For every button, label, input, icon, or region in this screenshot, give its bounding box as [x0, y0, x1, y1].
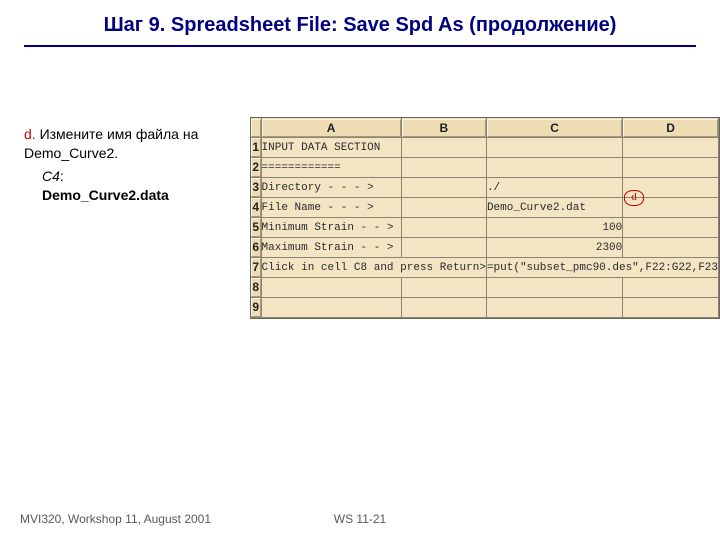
- cell-B3[interactable]: [401, 178, 486, 198]
- instruction-cellval: Demo_Curve2.data: [42, 187, 169, 203]
- cell-C7[interactable]: =put("subset_pmc90.des",F22:G22,F23: [486, 258, 718, 278]
- table-row: 4 File Name - - - > Demo_Curve2.dat: [251, 198, 719, 218]
- table-row: 6 Maximum Strain - - > 2300: [251, 238, 719, 258]
- cell-B4[interactable]: [401, 198, 486, 218]
- cell-D1[interactable]: [623, 138, 719, 158]
- cell-B1[interactable]: [401, 138, 486, 158]
- instruction-marker: d.: [24, 126, 36, 142]
- cell-D9[interactable]: [623, 298, 719, 318]
- cell-C2[interactable]: [486, 158, 622, 178]
- row-header: 7: [251, 258, 261, 278]
- footer-left: MVI320, Workshop 11, August 2001: [20, 512, 211, 526]
- annotation-d-icon: d: [624, 190, 644, 206]
- col-header-B: B: [401, 118, 486, 138]
- instruction-text: Измените имя файла на Demo_Curve2.: [24, 126, 198, 161]
- cell-C8[interactable]: [486, 278, 622, 298]
- cell-A9[interactable]: [261, 298, 401, 318]
- instruction-block: d. Измените имя файла на Demo_Curve2. C4…: [24, 125, 234, 205]
- table-row: 5 Minimum Strain - - > 100: [251, 218, 719, 238]
- col-header-D: D: [623, 118, 719, 138]
- row-header: 5: [251, 218, 261, 238]
- cell-C3[interactable]: ./: [486, 178, 622, 198]
- cell-C1[interactable]: [486, 138, 622, 158]
- cell-A3[interactable]: Directory - - - >: [261, 178, 401, 198]
- page-title: Шаг 9. Spreadsheet File: Save Spd As (пр…: [0, 0, 720, 45]
- table-row: 7 Click in cell C8 and press Return> =pu…: [251, 258, 719, 278]
- cell-A5[interactable]: Minimum Strain - - >: [261, 218, 401, 238]
- cell-D6[interactable]: [623, 238, 719, 258]
- cell-D5[interactable]: [623, 218, 719, 238]
- cell-C6[interactable]: 2300: [486, 238, 622, 258]
- title-underline: [24, 45, 696, 47]
- cell-D2[interactable]: [623, 158, 719, 178]
- cell-B5[interactable]: [401, 218, 486, 238]
- cell-C5[interactable]: 100: [486, 218, 622, 238]
- cell-C4[interactable]: Demo_Curve2.dat: [486, 198, 622, 218]
- cell-A8[interactable]: [261, 278, 401, 298]
- cell-B9[interactable]: [401, 298, 486, 318]
- table-row: 3 Directory - - - > ./: [251, 178, 719, 198]
- row-header: 4: [251, 198, 261, 218]
- cell-C9[interactable]: [486, 298, 622, 318]
- row-header: 1: [251, 138, 261, 158]
- table-row: 9: [251, 298, 719, 318]
- table-row: 1 INPUT DATA SECTION: [251, 138, 719, 158]
- cell-B2[interactable]: [401, 158, 486, 178]
- table-row: 8: [251, 278, 719, 298]
- spreadsheet: A B C D 1 INPUT DATA SECTION 2 =========…: [250, 117, 720, 319]
- row-header: 8: [251, 278, 261, 298]
- instruction-cellref: C4: [42, 168, 60, 184]
- row-header: 3: [251, 178, 261, 198]
- cell-A6[interactable]: Maximum Strain - - >: [261, 238, 401, 258]
- corner-cell: [251, 118, 261, 138]
- table-row: 2 ============: [251, 158, 719, 178]
- cell-A2[interactable]: ============: [261, 158, 401, 178]
- row-header: 6: [251, 238, 261, 258]
- cell-A7[interactable]: Click in cell C8 and press Return>: [261, 258, 486, 278]
- cell-B8[interactable]: [401, 278, 486, 298]
- col-header-A: A: [261, 118, 401, 138]
- footer: MVI320, Workshop 11, August 2001 WS 11-2…: [0, 512, 720, 526]
- cell-A4[interactable]: File Name - - - >: [261, 198, 401, 218]
- cell-B6[interactable]: [401, 238, 486, 258]
- row-header: 9: [251, 298, 261, 318]
- cell-A1[interactable]: INPUT DATA SECTION: [261, 138, 401, 158]
- cell-D8[interactable]: [623, 278, 719, 298]
- spreadsheet-table: A B C D 1 INPUT DATA SECTION 2 =========…: [251, 118, 719, 318]
- col-header-C: C: [486, 118, 622, 138]
- row-header: 2: [251, 158, 261, 178]
